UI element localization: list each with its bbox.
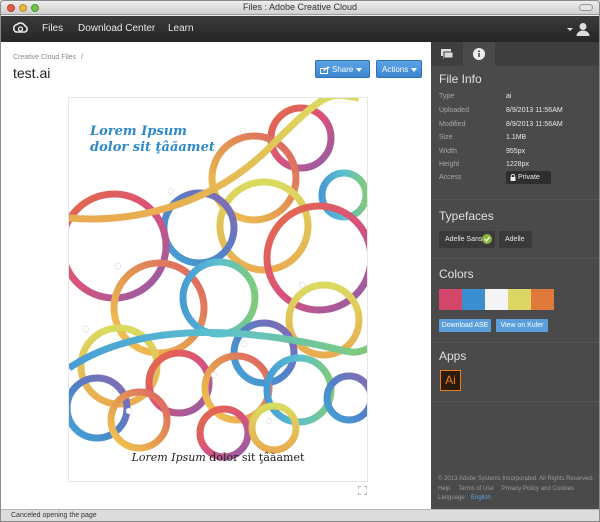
artwork-headline-line1: Lorem Ipsum [90,124,187,139]
artwork-caption-italic: Lorem Ipsum [131,451,206,464]
share-icon [320,65,330,74]
chevron-down-icon [411,67,418,72]
share-button[interactable]: Share [315,60,370,78]
chevron-down-icon [356,67,363,72]
divider [431,258,599,259]
footer-link-terms[interactable]: Terms of Use [458,486,493,492]
status-bar: Canceled opening the page [1,509,599,521]
tab-info[interactable] [463,42,495,66]
color-swatch-1[interactable] [439,289,462,310]
creative-cloud-logo-icon[interactable] [12,21,29,37]
title-bar: Files : Adobe Creative Cloud [1,1,599,15]
info-value-height: 1228px [506,161,529,168]
nav-files[interactable]: Files [42,23,63,34]
top-navigation: Files Download Center Learn [1,16,599,42]
main-content: Creative Cloud Files / test.ai Share Act… [1,42,431,509]
info-value-modified: 8/9/2013 11:56AM [506,121,563,128]
tab-comments[interactable] [431,42,463,66]
access-private-button[interactable]: Private [506,171,551,184]
nav-download-center[interactable]: Download Center [78,23,155,34]
page-title: test.ai [13,65,51,81]
actions-button-label: Actions [382,65,409,74]
sidebar-tabs [431,42,599,66]
footer-links: Help Terms of Use Privacy Policy and Cooki… [438,486,574,492]
breadcrumb-separator: / [80,54,83,61]
divider [431,342,599,343]
illustrator-app-icon[interactable]: Ai [440,370,461,391]
info-label-height: Height [439,161,460,168]
fullscreen-icon[interactable] [358,486,367,495]
artwork-caption-rest: dolor sit ţâăamet [205,451,305,464]
file-info-heading: File Info [439,72,482,86]
colors-heading: Colors [439,267,474,281]
lock-icon [510,173,516,181]
footer-link-help[interactable]: Help [438,486,450,492]
language-link-english[interactable]: English [471,495,491,501]
typeface-label-adelle-sans: Adelle Sans [445,236,483,243]
details-sidebar: File Info Type ai Uploaded 8/9/2013 11:5… [431,42,599,509]
share-button-label: Share [332,65,354,74]
breadcrumb-link-creative-cloud-files[interactable]: Creative Cloud Files [13,54,76,61]
info-value-size: 1.1MB [506,134,527,141]
color-swatch-2[interactable] [462,289,485,310]
file-preview[interactable]: Lorem Ipsum dolor sit ţâăamet Lorem Ipsu… [68,97,368,482]
status-text: Canceled opening the page [11,512,97,519]
typeface-chip-adelle[interactable]: Adelle [499,231,532,248]
color-swatch-4[interactable] [508,289,531,310]
color-swatch-5[interactable] [531,289,554,310]
language-selector: Language: English [438,495,491,501]
app-window: Files : Adobe Creative Cloud Files Downl… [0,0,600,522]
artwork-headline: Lorem Ipsum dolor sit ţâăamet [90,124,215,156]
download-ase-button[interactable]: Download ASE [439,319,491,332]
window-title: Files : Adobe Creative Cloud [242,2,358,12]
divider [431,401,599,402]
info-value-width: 955px [506,148,526,155]
actions-button[interactable]: Actions [376,60,422,78]
copyright-text: © 2013 Adobe Systems Incorporated. All R… [438,476,594,482]
view-on-kuler-button[interactable]: View on Kuler [496,319,548,332]
nav-learn[interactable]: Learn [168,23,194,34]
typeface-chip-adelle-sans[interactable]: Adelle Sans [439,231,495,248]
typeface-label-adelle: Adelle [505,236,525,243]
toolbar-toggle-button[interactable] [579,4,593,11]
access-private-label: Private [518,174,540,181]
breadcrumb: Creative Cloud Files / [13,54,83,61]
language-label: Language: [438,495,467,501]
divider [431,199,599,200]
info-label-access: Access [439,174,462,181]
info-label-modified: Modified [439,121,466,128]
user-icon [579,23,587,30]
comments-icon [441,49,454,59]
info-value-uploaded: 8/9/2013 11:56AM [506,107,563,114]
typekit-icon [482,234,492,244]
info-label-size: Size [439,134,453,141]
user-menu-button[interactable] [567,22,591,36]
footer-link-privacy[interactable]: Privacy Policy and Cookies [502,486,574,492]
apps-heading: Apps [439,349,467,363]
info-label-uploaded: Uploaded [439,107,469,114]
color-swatch-3[interactable] [485,289,508,310]
info-label-width: Width [439,148,457,155]
chevron-down-icon [567,28,573,31]
artwork-caption: Lorem Ipsum dolor sit ţâăamet [69,451,367,464]
info-label-type: Type [439,93,455,100]
typefaces-heading: Typefaces [439,209,494,223]
info-value-type: ai [506,93,512,100]
artwork-headline-line2: dolor sit ţâăamet [90,140,215,155]
info-icon [473,48,485,60]
